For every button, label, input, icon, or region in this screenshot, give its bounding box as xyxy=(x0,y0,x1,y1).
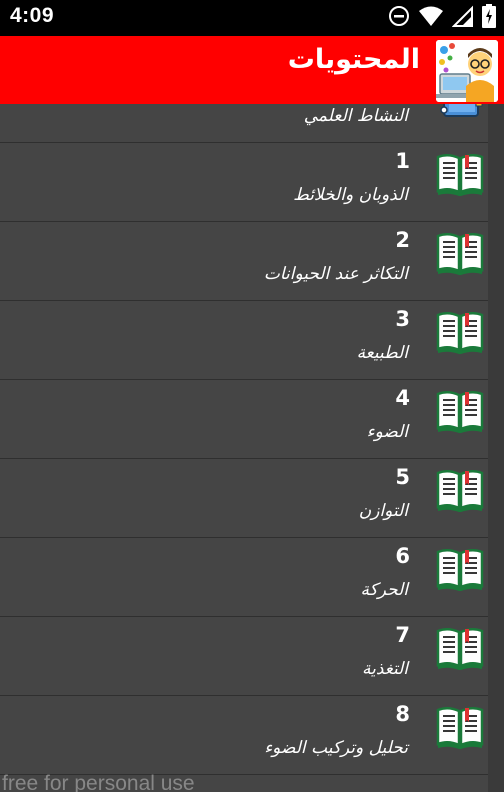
item-title: الحركة xyxy=(360,580,408,600)
app-logo[interactable] xyxy=(436,40,498,102)
do-not-disturb-icon xyxy=(388,5,410,31)
open-book-icon xyxy=(436,307,484,356)
item-title: النشاط العلمي xyxy=(303,106,408,126)
open-book-icon xyxy=(436,702,484,751)
open-book-icon xyxy=(436,623,484,672)
item-title: التغذية xyxy=(361,659,408,679)
list-item[interactable]: 6 الحركة xyxy=(0,538,488,617)
student-computer-logo-icon xyxy=(436,40,498,102)
list-item[interactable]: 3 الطبيعة xyxy=(0,301,488,380)
notebook-icon xyxy=(436,104,484,118)
list-item[interactable]: 4 الضوء xyxy=(0,380,488,459)
list-item[interactable]: 7 التغذية xyxy=(0,617,488,696)
item-number: 1 xyxy=(395,149,410,173)
app-bar: المحتويات xyxy=(0,36,504,104)
item-title: التكاثر عند الحيوانات xyxy=(263,264,408,284)
item-number: 4 xyxy=(395,386,410,410)
item-title: الضوء xyxy=(366,422,408,442)
watermark: free for personal use xyxy=(2,772,195,792)
item-title: الطبيعة xyxy=(356,343,408,363)
open-book-icon xyxy=(436,465,484,514)
page-title: المحتويات xyxy=(287,44,420,75)
item-number: 2 xyxy=(395,228,410,252)
open-book-icon xyxy=(436,386,484,435)
list-item[interactable]: 8 تحليل وتركيب الضوء xyxy=(0,696,488,775)
item-number: 7 xyxy=(395,623,410,647)
open-book-icon xyxy=(436,544,484,593)
item-title: الذوبان والخلائط xyxy=(293,185,408,205)
item-number: 3 xyxy=(395,307,410,331)
list-item[interactable]: 2 التكاثر عند الحيوانات xyxy=(0,222,488,301)
signal-icon xyxy=(451,5,474,31)
item-number: 5 xyxy=(395,465,410,489)
wifi-icon xyxy=(418,5,444,31)
item-title: التوازن xyxy=(358,501,408,521)
item-title: تحليل وتركيب الضوء xyxy=(264,738,408,758)
contents-list[interactable]: 11 النشاط العلمي 1 الذوبان والخلائط 2 ال… xyxy=(0,104,488,792)
status-time: 4:09 xyxy=(10,4,55,27)
battery-charging-icon xyxy=(482,4,496,32)
status-icons xyxy=(388,4,496,32)
item-number: 6 xyxy=(395,544,410,568)
open-book-icon xyxy=(436,149,484,198)
list-item[interactable]: 11 النشاط العلمي xyxy=(0,104,488,143)
open-book-icon xyxy=(436,228,484,277)
list-item[interactable]: 5 التوازن xyxy=(0,459,488,538)
scrollbar[interactable] xyxy=(488,104,504,792)
list-item[interactable]: 1 الذوبان والخلائط xyxy=(0,143,488,222)
status-bar: 4:09 xyxy=(0,0,504,36)
item-number: 8 xyxy=(395,702,410,726)
